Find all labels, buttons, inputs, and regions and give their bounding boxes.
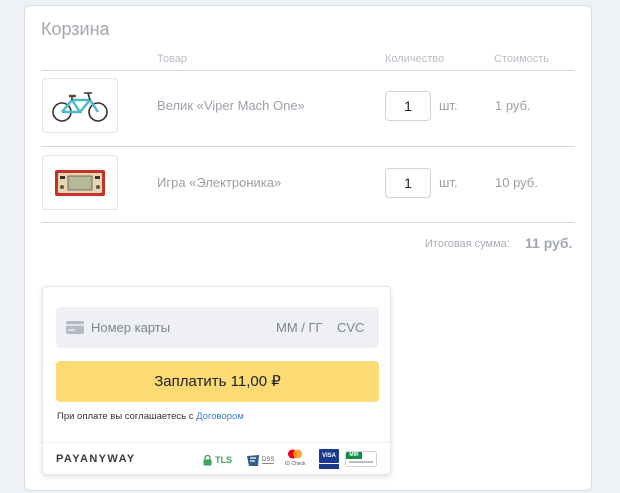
divider (41, 70, 575, 71)
pay-button[interactable]: Заплатить 11,00 ₽ (56, 361, 379, 402)
product-name[interactable]: Велик «Viper Mach One» (157, 98, 305, 113)
product-image[interactable] (42, 155, 118, 210)
total-label: Итоговая сумма: (425, 238, 510, 250)
idcheck-label: ID Check (285, 461, 306, 467)
visa-secure-badge: VISA (319, 449, 339, 473)
payment-widget: Номер карты ММ / ГГ CVC Заплатить 11,00 … (42, 286, 391, 475)
product-image[interactable] (42, 78, 118, 133)
agreement-link[interactable]: Договором (196, 411, 244, 422)
quantity-input[interactable]: 1 (385, 168, 431, 198)
cart-row: Игра «Электроника» 1 шт. 10 руб. (41, 154, 575, 212)
column-header-cost: Стоимость (494, 53, 550, 65)
pci-dss-badge: DSS (246, 451, 275, 469)
payanyway-logo: PAYANYWAY (56, 453, 136, 465)
visa-icon: VISA (319, 449, 339, 463)
handheld-game-icon (55, 169, 105, 196)
visa-secure-strip (319, 464, 339, 469)
column-header-quantity: Количество (385, 53, 445, 65)
card-number-input[interactable]: Номер карты (91, 320, 170, 335)
credit-card-icon (66, 321, 84, 334)
total-value: 11 руб. (525, 235, 573, 251)
product-name[interactable]: Игра «Электроника» (157, 175, 281, 190)
pci-label: DSS (262, 456, 275, 464)
card-cvc-input[interactable]: CVC (337, 320, 364, 335)
quantity-unit: шт. (439, 175, 458, 190)
card-expiry-input[interactable]: ММ / ГГ (276, 320, 323, 335)
quantity-input[interactable]: 1 (385, 91, 431, 121)
item-price: 10 руб. (495, 175, 538, 190)
cart-card: Корзина Товар Количество Стоимость Велик… (24, 5, 592, 491)
mir-accept-badge: MIR (345, 450, 377, 468)
mir-accept-icon: MIR (345, 451, 377, 467)
lock-icon (203, 454, 212, 465)
quantity-unit: шт. (439, 98, 458, 113)
bicycle-icon (52, 91, 108, 122)
column-header-product: Товар (157, 53, 187, 65)
card-input-field[interactable]: Номер карты ММ / ГГ CVC (56, 307, 379, 348)
mastercard-icon (288, 449, 303, 459)
tls-label: TLS (215, 455, 232, 465)
divider (41, 146, 575, 147)
agreement-text: При оплате вы соглашаетесь с Договором (57, 411, 244, 422)
divider (41, 222, 575, 223)
cart-row: Велик «Viper Mach One» 1 шт. 1 руб. (41, 77, 575, 135)
cart-title: Корзина (41, 19, 110, 39)
item-price: 1 руб. (495, 98, 531, 113)
divider (43, 442, 390, 443)
mastercard-idcheck-badge: ID Check (285, 449, 306, 473)
agreement-label: При оплате вы соглашаетесь с (57, 411, 197, 422)
pci-shield-icon (247, 454, 259, 466)
tls-badge: TLS (203, 451, 232, 469)
mir-label: MIR (346, 452, 362, 459)
